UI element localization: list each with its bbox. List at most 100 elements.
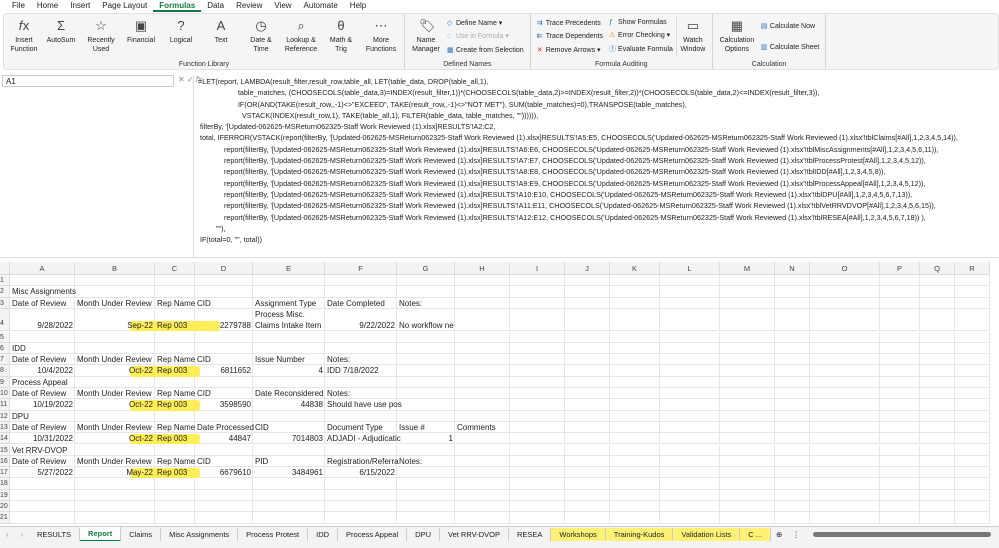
cell-value[interactable]: 44847: [195, 433, 253, 444]
column-header-J[interactable]: J: [565, 262, 610, 275]
cell[interactable]: [75, 501, 155, 513]
cell[interactable]: [565, 489, 610, 501]
create-from-selection-button[interactable]: ▦ Create from Selection: [447, 46, 524, 54]
cell[interactable]: [920, 501, 955, 513]
cell[interactable]: [880, 388, 920, 400]
cell-value[interactable]: 4: [253, 365, 325, 376]
name-manager-button[interactable]: 🏷 Name Manager: [408, 16, 444, 57]
cell[interactable]: [610, 433, 660, 445]
cell[interactable]: [565, 297, 610, 309]
cell[interactable]: [810, 444, 880, 456]
cell[interactable]: [720, 308, 775, 332]
cell[interactable]: [397, 342, 455, 355]
cell[interactable]: [155, 444, 195, 456]
cell[interactable]: [565, 433, 610, 445]
more-functions-button[interactable]: ⋯ More Functions: [361, 16, 401, 57]
cell[interactable]: [920, 275, 955, 287]
cell[interactable]: [775, 467, 810, 479]
column-header-L[interactable]: L: [660, 262, 720, 275]
cell[interactable]: [660, 433, 720, 445]
menu-formulas[interactable]: Formulas: [153, 0, 202, 12]
cell[interactable]: [810, 399, 880, 411]
cell[interactable]: [325, 501, 397, 513]
cell[interactable]: [955, 388, 990, 400]
cell[interactable]: [880, 455, 920, 468]
cell[interactable]: [10, 501, 75, 513]
column-header-R[interactable]: R: [955, 262, 990, 275]
cell[interactable]: [565, 388, 610, 400]
cell[interactable]: [397, 410, 455, 422]
cell[interactable]: [195, 331, 253, 343]
column-header-P[interactable]: P: [880, 262, 920, 275]
cell[interactable]: [455, 512, 510, 524]
cell[interactable]: [955, 433, 990, 445]
cell-value[interactable]: Month Under Review: [75, 422, 155, 433]
cell[interactable]: [920, 376, 955, 388]
cell[interactable]: [253, 331, 325, 343]
cell[interactable]: [920, 512, 955, 524]
text-button[interactable]: A Text: [201, 16, 241, 57]
cell-value[interactable]: ADJADI - Adjudicatic: [325, 433, 401, 444]
cell[interactable]: [455, 354, 510, 366]
cell[interactable]: [397, 275, 455, 287]
cell[interactable]: [565, 467, 610, 479]
cell[interactable]: [610, 331, 660, 343]
cell[interactable]: [455, 308, 510, 332]
lookup-reference-button[interactable]: ⌕ Lookup & Reference: [281, 16, 321, 57]
menu-file[interactable]: File: [6, 0, 31, 12]
cell[interactable]: [75, 331, 155, 343]
cell[interactable]: [195, 410, 253, 422]
cell[interactable]: [720, 455, 775, 468]
cell[interactable]: [75, 286, 155, 298]
cell[interactable]: [720, 275, 775, 287]
cell-value[interactable]: Sep-22: [75, 320, 155, 331]
cell[interactable]: [155, 501, 195, 513]
cell[interactable]: [397, 489, 455, 501]
cell[interactable]: [775, 455, 810, 468]
cell[interactable]: [955, 342, 990, 355]
column-header-N[interactable]: N: [775, 262, 810, 275]
cell-value[interactable]: 10/19/2022: [10, 399, 75, 410]
cell[interactable]: [253, 342, 325, 355]
cell[interactable]: [195, 444, 253, 456]
cell[interactable]: [775, 365, 810, 377]
cell[interactable]: [253, 286, 325, 298]
cell-value[interactable]: Notes:: [325, 354, 397, 365]
cell[interactable]: [880, 433, 920, 445]
cell[interactable]: [10, 275, 75, 287]
cell[interactable]: [775, 388, 810, 400]
cell[interactable]: [880, 421, 920, 434]
cell[interactable]: [155, 512, 195, 524]
cell[interactable]: [610, 342, 660, 355]
cell-value[interactable]: 6679610: [195, 467, 253, 478]
cell[interactable]: [720, 512, 775, 524]
trace-precedents-button[interactable]: ⇉ Trace Precedents: [537, 19, 603, 27]
cell[interactable]: [565, 399, 610, 411]
cell-value[interactable]: Vet RRV-DVOP: [10, 445, 75, 456]
cell[interactable]: [565, 376, 610, 388]
cell[interactable]: [325, 376, 397, 388]
column-header-Q[interactable]: Q: [920, 262, 955, 275]
cell-value[interactable]: Notes:: [325, 388, 397, 399]
cell[interactable]: [565, 501, 610, 513]
cell-value[interactable]: 3484961: [253, 467, 325, 478]
cell[interactable]: [775, 489, 810, 501]
cell[interactable]: [565, 365, 610, 377]
cell[interactable]: [510, 467, 565, 479]
cell[interactable]: [195, 342, 253, 355]
row-header-10[interactable]: 10: [0, 388, 10, 400]
cell[interactable]: [397, 512, 455, 524]
cell[interactable]: [565, 444, 610, 456]
cell[interactable]: [195, 489, 253, 501]
cell[interactable]: [75, 444, 155, 456]
cell[interactable]: [455, 399, 510, 411]
cell-value[interactable]: Month Under Review: [75, 298, 155, 309]
cell[interactable]: [775, 342, 810, 355]
sheet-tab-misc-assignments[interactable]: Misc Assignments: [161, 527, 239, 541]
sheet-tab-results[interactable]: RESULTS: [29, 527, 81, 541]
sheet-tab-report[interactable]: Report: [80, 526, 122, 542]
cell[interactable]: [660, 399, 720, 411]
cell-value[interactable]: Rep Name: [155, 388, 195, 399]
column-header-M[interactable]: M: [720, 262, 775, 275]
cell[interactable]: [75, 489, 155, 501]
